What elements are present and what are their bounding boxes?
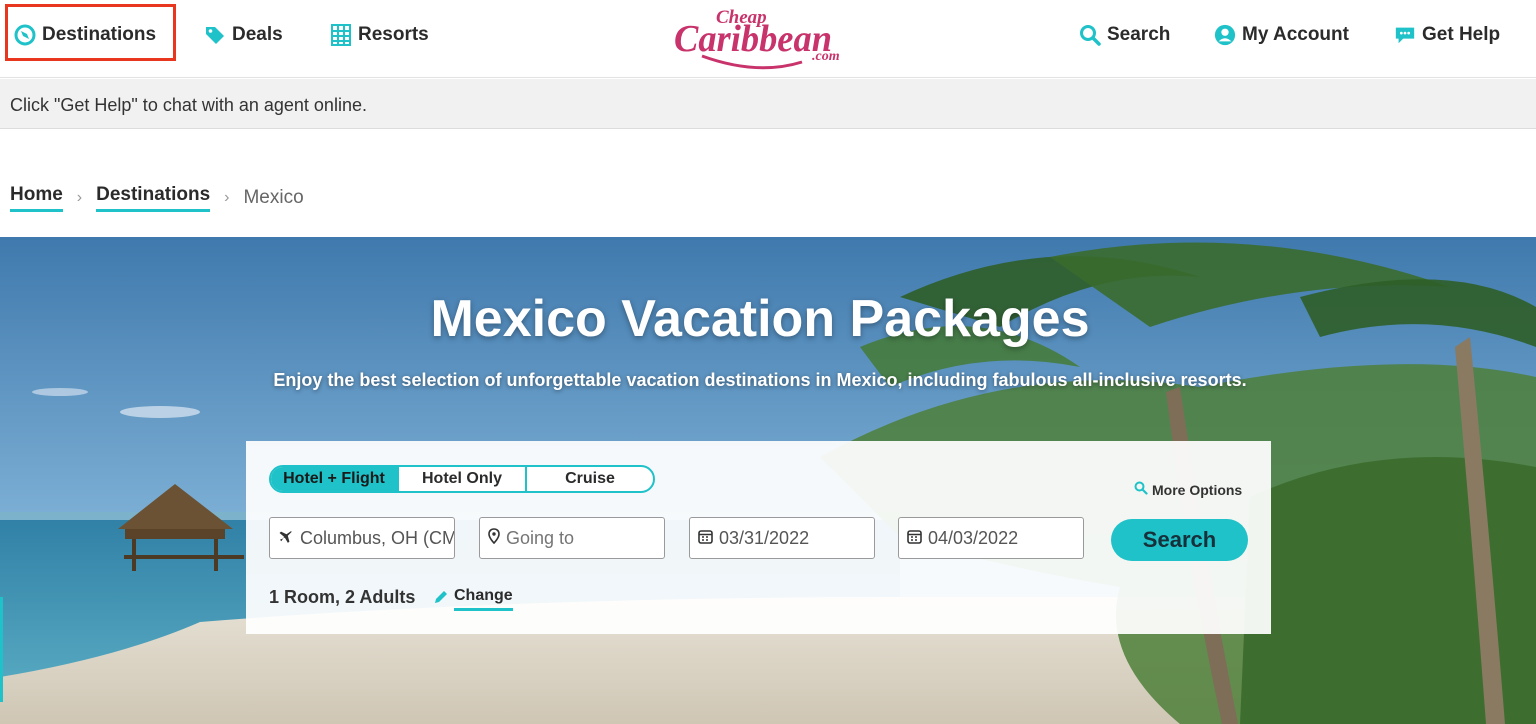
breadcrumb-current: Mexico [243, 187, 304, 208]
tag-icon [204, 24, 226, 46]
change-label: Change [454, 587, 513, 611]
tab-cruise[interactable]: Cruise [527, 467, 653, 491]
nav-my-account-label: My Account [1242, 24, 1349, 45]
breadcrumb-destinations[interactable]: Destinations [96, 184, 211, 212]
cheap-caribbean-logo[interactable]: Cheap Caribbean .com [672, 4, 848, 70]
chat-bubble-icon [1394, 24, 1416, 46]
plane-icon [278, 528, 294, 549]
search-icon [1079, 24, 1101, 46]
departure-city-field[interactable] [269, 517, 455, 559]
nav-destinations-label: Destinations [42, 24, 157, 45]
nav-deals[interactable]: Deals [204, 20, 283, 50]
trip-type-tabs: Hotel + Flight Hotel Only Cruise [269, 465, 655, 493]
logo-caribbean: Caribbean [674, 18, 832, 60]
destination-input[interactable] [506, 527, 664, 549]
building-icon [330, 24, 352, 46]
logo-dotcom: .com [812, 49, 840, 64]
compass-icon [14, 24, 36, 46]
nav-search[interactable]: Search [1079, 20, 1170, 50]
nav-my-account[interactable]: My Account [1214, 20, 1349, 50]
chevron-right-icon: › [224, 189, 230, 206]
depart-date-field[interactable]: 03/31/2022 [689, 517, 875, 559]
rooms-travelers-summary: 1 Room, 2 Adults [269, 587, 416, 607]
departure-city-input[interactable] [300, 527, 454, 549]
chevron-right-icon: › [76, 189, 83, 206]
nav-get-help-label: Get Help [1422, 24, 1501, 45]
user-icon [1214, 24, 1236, 46]
search-icon [1134, 481, 1148, 498]
nav-resorts-label: Resorts [358, 24, 429, 45]
change-travelers-link[interactable]: Change [432, 587, 513, 611]
destination-field[interactable] [479, 517, 665, 559]
more-options-link[interactable]: More Options [1134, 481, 1242, 498]
tab-hotel-flight[interactable]: Hotel + Flight [271, 467, 399, 491]
return-date-value: 04/03/2022 [928, 527, 1019, 548]
breadcrumb: Home › Destinations › Mexico [10, 183, 304, 213]
nav-deals-label: Deals [232, 24, 283, 45]
more-options-label: More Options [1152, 481, 1243, 498]
nav-resorts[interactable]: Resorts [330, 20, 429, 50]
depart-date-value: 03/31/2022 [719, 527, 810, 548]
side-tab[interactable] [0, 597, 3, 702]
hero-title: Mexico Vacation Packages [430, 290, 1090, 348]
search-form: Hotel + Flight Hotel Only Cruise More Op… [246, 441, 1271, 634]
hero-banner: Mexico Vacation Packages Enjoy the best … [0, 237, 1536, 724]
return-date-field[interactable]: 04/03/2022 [898, 517, 1084, 559]
info-bar-text: Click "Get Help" to chat with an agent o… [10, 95, 367, 115]
breadcrumb-home[interactable]: Home [10, 184, 63, 212]
nav-search-label: Search [1107, 24, 1171, 45]
search-button[interactable]: Search [1111, 519, 1248, 561]
tab-hotel-only[interactable]: Hotel Only [399, 467, 527, 491]
hero-subtitle: Enjoy the best selection of unforgettabl… [273, 370, 1247, 390]
map-pin-icon [488, 527, 500, 549]
calendar-icon [698, 528, 713, 549]
nav-destinations[interactable]: Destinations [14, 20, 156, 50]
nav-get-help[interactable]: Get Help [1394, 20, 1500, 50]
calendar-icon [907, 528, 922, 549]
top-navigation: Destinations Deals Resorts Cheap Caribbe… [0, 0, 1536, 78]
info-bar: Click "Get Help" to chat with an agent o… [0, 79, 1536, 129]
pencil-icon [432, 588, 450, 611]
